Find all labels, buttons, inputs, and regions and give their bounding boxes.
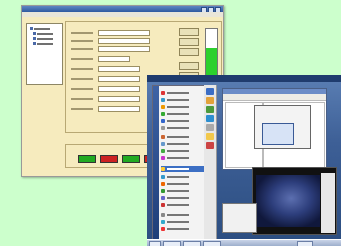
menu-item[interactable]	[161, 181, 189, 187]
text-field[interactable]	[98, 105, 140, 112]
form-row	[71, 55, 130, 62]
server-tree[interactable]	[26, 23, 63, 85]
launcher-icon[interactable]	[206, 97, 214, 104]
app-icon	[161, 227, 165, 231]
form-row	[71, 45, 150, 52]
menu-item[interactable]	[161, 111, 189, 117]
app-icon	[161, 203, 165, 207]
menu-item[interactable]	[161, 134, 189, 140]
app-icon	[161, 220, 165, 224]
action-button[interactable]	[179, 62, 199, 70]
app-icon	[161, 126, 165, 130]
app-icon	[161, 189, 165, 193]
start-button[interactable]	[149, 241, 161, 246]
toolbox-window[interactable]	[222, 203, 257, 233]
menu-item[interactable]	[161, 118, 189, 124]
action-button[interactable]	[179, 48, 199, 56]
red-status-button[interactable]	[100, 155, 118, 163]
text-field[interactable]	[98, 65, 140, 72]
menu-item[interactable]	[161, 212, 189, 218]
app-icon	[161, 98, 165, 102]
menu-item[interactable]	[161, 125, 189, 131]
desktop-screenshot	[147, 75, 341, 246]
menu-item[interactable]	[161, 188, 189, 194]
menu-item[interactable]	[161, 155, 189, 161]
menu-item[interactable]	[161, 174, 189, 180]
start-menu[interactable]	[152, 85, 206, 242]
form-row	[71, 75, 140, 82]
level-gauge	[205, 28, 218, 80]
launcher-icon[interactable]	[206, 88, 214, 95]
taskbar-item[interactable]	[163, 241, 181, 246]
app-icon	[161, 142, 165, 146]
form-row	[71, 65, 140, 72]
app-icon	[161, 91, 165, 95]
image-editor-window[interactable]	[252, 167, 337, 235]
folder-icon	[33, 42, 36, 45]
taskbar[interactable]	[147, 239, 341, 246]
form-row	[71, 105, 140, 112]
text-field[interactable]	[98, 37, 150, 44]
form-row	[71, 37, 150, 44]
folder-icon	[33, 32, 36, 35]
action-button[interactable]	[179, 28, 199, 36]
form-row	[71, 29, 150, 36]
launcher-icon[interactable]	[206, 133, 214, 140]
layers-panel[interactable]	[321, 173, 335, 233]
app-icon	[161, 156, 165, 160]
launcher-icon[interactable]	[206, 142, 214, 149]
app-icon	[161, 167, 165, 171]
text-field[interactable]	[98, 55, 130, 62]
tree-item[interactable]	[30, 27, 50, 30]
app-icon	[161, 119, 165, 123]
app-icon	[161, 105, 165, 109]
app-icon	[161, 182, 165, 186]
server-icon	[30, 27, 33, 30]
menu-item[interactable]	[161, 141, 189, 147]
text-field[interactable]	[98, 75, 140, 82]
menu-item[interactable]	[161, 202, 189, 208]
taskbar-item[interactable]	[203, 241, 221, 246]
app-icon	[161, 196, 165, 200]
tree-item[interactable]	[33, 32, 53, 35]
dialog-window[interactable]	[262, 123, 294, 145]
app-icon	[161, 149, 165, 153]
launcher-icon[interactable]	[206, 106, 214, 113]
text-field[interactable]	[98, 29, 150, 36]
image-canvas[interactable]	[256, 175, 320, 227]
menu-item[interactable]	[161, 148, 189, 154]
folder-icon	[33, 37, 36, 40]
form-row	[71, 85, 140, 92]
form-row	[71, 95, 140, 102]
tree-item[interactable]	[33, 42, 53, 45]
app-icon	[161, 135, 165, 139]
menu-item[interactable]	[161, 226, 189, 232]
menu-item[interactable]	[161, 195, 189, 201]
clock	[297, 241, 313, 246]
menu-item[interactable]	[161, 97, 189, 103]
tree-item[interactable]	[33, 37, 53, 40]
green-status-button[interactable]	[78, 155, 96, 163]
menu-item[interactable]	[161, 219, 189, 225]
launcher-icon[interactable]	[206, 124, 214, 131]
app-icon	[161, 112, 165, 116]
taskbar-item[interactable]	[183, 241, 201, 246]
launcher-strip	[204, 85, 217, 240]
menu-item[interactable]	[161, 90, 189, 96]
app-icon	[161, 213, 165, 217]
menu-side-banner	[153, 86, 159, 241]
top-panel[interactable]	[147, 75, 341, 82]
text-field[interactable]	[98, 45, 150, 52]
menu-item[interactable]	[161, 104, 189, 110]
text-field[interactable]	[98, 95, 140, 102]
green-status-button[interactable]	[122, 155, 140, 163]
menu-item-selected[interactable]	[161, 166, 204, 172]
action-button[interactable]	[179, 38, 199, 46]
toolbar[interactable]	[223, 94, 326, 101]
launcher-icon[interactable]	[206, 115, 214, 122]
text-field[interactable]	[98, 85, 140, 92]
app-icon	[161, 175, 165, 179]
